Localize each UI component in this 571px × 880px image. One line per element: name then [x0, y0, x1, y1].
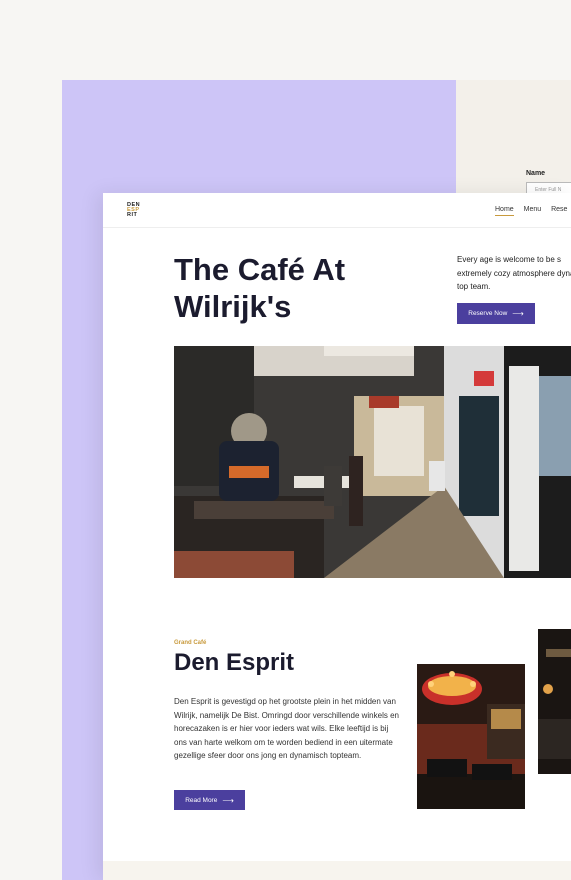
section-eyebrow: Grand Café	[174, 640, 207, 646]
read-more-button[interactable]: Read More ⟶	[174, 790, 245, 810]
hero-title-line-1: The Café At	[174, 252, 346, 287]
footer-strip	[103, 861, 571, 880]
website-page: DEN ESP RIT Home Menu Rese The Café At W…	[103, 193, 571, 880]
cafe-interior-photo	[174, 346, 571, 578]
main-nav: Home Menu Rese	[495, 206, 571, 216]
arrow-right-icon: ⟶	[512, 309, 524, 318]
hero-title: The Café At Wilrijk's	[174, 251, 404, 325]
logo-line-3: RIT	[127, 212, 138, 218]
name-field-label: Name	[526, 170, 546, 177]
reserve-now-button[interactable]: Reserve Now ⟶	[457, 303, 535, 324]
read-more-label: Read More	[185, 796, 218, 804]
hero-description: Every age is welcome to be s extremely c…	[457, 255, 571, 291]
top-navbar: DEN ESP RIT Home Menu Rese	[103, 193, 571, 228]
logo[interactable]: DEN ESP RIT	[127, 202, 140, 218]
nav-item-home[interactable]: Home	[495, 206, 514, 216]
hero-title-line-2: Wilrijk's	[174, 289, 292, 324]
section-title: Den Esprit	[174, 649, 295, 676]
section-paragraph: Den Esprit is gevestigd op het grootste …	[174, 697, 399, 761]
nav-item-menu[interactable]: Menu	[524, 206, 542, 213]
restaurant-dining-photo	[538, 629, 571, 774]
arrow-right-icon: ⟶	[222, 795, 234, 805]
reserve-now-label: Reserve Now	[468, 310, 508, 317]
nav-item-reserve[interactable]: Rese	[551, 206, 567, 213]
restaurant-chandelier-photo	[417, 664, 525, 809]
